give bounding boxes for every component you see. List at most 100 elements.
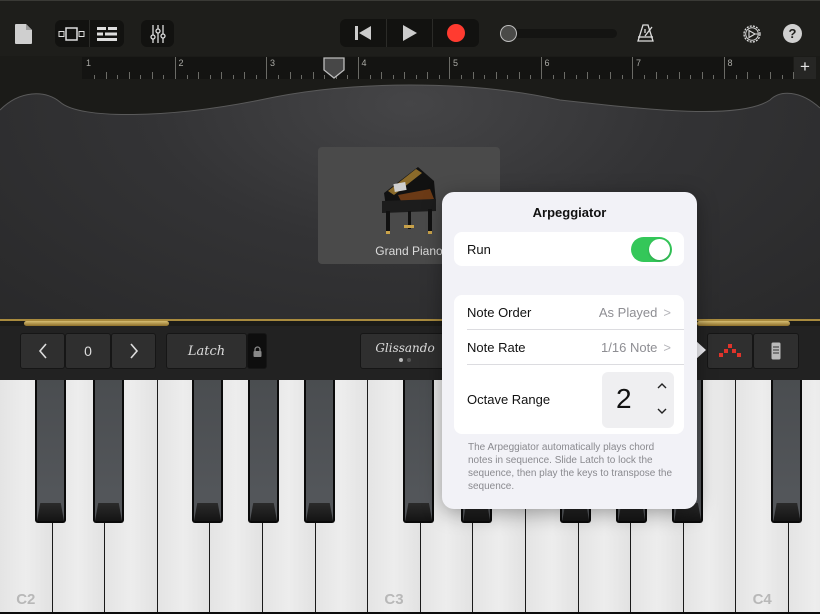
ruler-bar: 5 [449, 57, 541, 79]
note-rate-row[interactable]: Note Rate 1/16 Note > [467, 330, 684, 365]
ruler-tick [198, 72, 200, 79]
ruler-tick [438, 75, 440, 79]
ruler-tick [621, 75, 623, 79]
glissando-label: Glissando [375, 340, 435, 355]
ruler-tick [610, 72, 612, 79]
ruler-tick [530, 75, 532, 79]
ruler-bar: 2 [174, 57, 267, 79]
list-view-button[interactable] [89, 20, 124, 47]
ruler-tick [392, 75, 394, 79]
ruler-tick [312, 72, 314, 79]
metronome-button[interactable] [636, 22, 656, 44]
black-key[interactable] [248, 380, 279, 523]
decrement-button[interactable] [657, 404, 667, 418]
ruler-bar: 6 [540, 57, 633, 79]
ruler-tick [518, 72, 520, 79]
ruler-tick [255, 75, 257, 79]
octave-value: 0 [65, 333, 111, 369]
chevron-up-icon [657, 383, 667, 389]
ruler-bar: 7 [632, 57, 724, 79]
ruler-tick [644, 75, 646, 79]
tracks-view-icon [58, 26, 85, 41]
octave-range-label: Octave Range [467, 392, 551, 407]
ruler-tick [381, 72, 383, 79]
mixer-icon [149, 24, 166, 43]
help-button[interactable]: ? [783, 24, 802, 43]
ruler-bar: 4 [357, 57, 450, 79]
octave-down-button[interactable] [20, 333, 65, 369]
black-key[interactable] [192, 380, 223, 523]
ruler-tick [151, 72, 153, 79]
settings-button[interactable] [741, 23, 762, 44]
ruler-tick [690, 75, 692, 79]
timeline-ruler[interactable]: 1 2 3 4 5 6 7 8 [82, 57, 806, 79]
latch-button[interactable]: Latch [166, 333, 247, 369]
settings-icon [742, 24, 761, 43]
ruler-tick [347, 75, 349, 79]
black-key[interactable] [93, 380, 124, 523]
record-icon [446, 24, 465, 42]
ruler-tick [575, 75, 577, 79]
ruler-tick [94, 75, 96, 79]
note-label: C2 [16, 591, 36, 608]
keyboard-settings-button[interactable] [753, 333, 799, 369]
transport-controls [340, 19, 479, 47]
note-order-label: Note Order [467, 304, 532, 320]
ruler-tick [427, 72, 429, 79]
glissando-control[interactable]: Glissando [360, 333, 450, 369]
black-key[interactable] [304, 380, 335, 523]
playhead-handle[interactable] [323, 57, 345, 79]
ruler-tick [105, 72, 107, 79]
note-label: C3 [384, 591, 404, 608]
arpeggiator-button[interactable] [707, 333, 753, 369]
toggle-knob [649, 239, 670, 260]
chevron-left-icon [38, 343, 47, 359]
ruler-tick [289, 72, 291, 79]
play-button[interactable] [386, 19, 432, 47]
ruler-tick [495, 72, 497, 79]
lock-icon [253, 345, 261, 357]
record-button[interactable] [432, 19, 478, 47]
ruler-tick [747, 72, 749, 79]
bar-number: 1 [86, 58, 92, 68]
ruler-tick [301, 75, 303, 79]
bar-number: 7 [636, 58, 642, 68]
piano-keyboard: C2 C3 C4 [0, 380, 820, 614]
ruler-tick [655, 72, 657, 79]
bar-number: 3 [270, 58, 276, 68]
ruler-tick [770, 72, 772, 79]
page-dot [407, 357, 411, 362]
run-group: Run [454, 232, 684, 266]
rewind-button[interactable] [340, 19, 386, 47]
black-key[interactable] [35, 380, 66, 523]
ruler-tick [140, 75, 142, 79]
octave-range-stepper: 2 [602, 372, 674, 428]
run-toggle[interactable] [631, 237, 672, 262]
ruler-tick [678, 72, 680, 79]
mixer-button[interactable] [141, 20, 174, 47]
increment-button[interactable] [657, 378, 667, 392]
bar-number: 5 [453, 58, 459, 68]
ruler-tick [735, 75, 737, 79]
ruler-tick [128, 72, 130, 79]
octave-up-button[interactable] [111, 333, 156, 369]
volume-slider-knob[interactable] [500, 25, 517, 42]
ruler-tick [781, 75, 783, 79]
ruler-tick [415, 75, 417, 79]
note-order-row[interactable]: Note Order As Played > [467, 295, 684, 330]
document-icon[interactable] [14, 22, 34, 46]
page-dot-active [399, 357, 403, 362]
latch-lock[interactable] [247, 333, 267, 369]
master-volume-slider[interactable] [500, 29, 617, 38]
play-icon [402, 25, 417, 41]
ruler-tick [598, 75, 600, 79]
note-order-value: As Played [598, 304, 658, 320]
arpeggiator-description: The Arpeggiator automatically plays chor… [468, 442, 673, 492]
black-key[interactable] [403, 380, 435, 523]
add-section-button[interactable]: + [794, 57, 816, 79]
black-key[interactable] [771, 380, 803, 523]
list-view-icon [97, 26, 117, 41]
run-label: Run [467, 241, 491, 257]
tracks-view-button[interactable] [55, 20, 89, 47]
ruler-tick [232, 75, 234, 79]
